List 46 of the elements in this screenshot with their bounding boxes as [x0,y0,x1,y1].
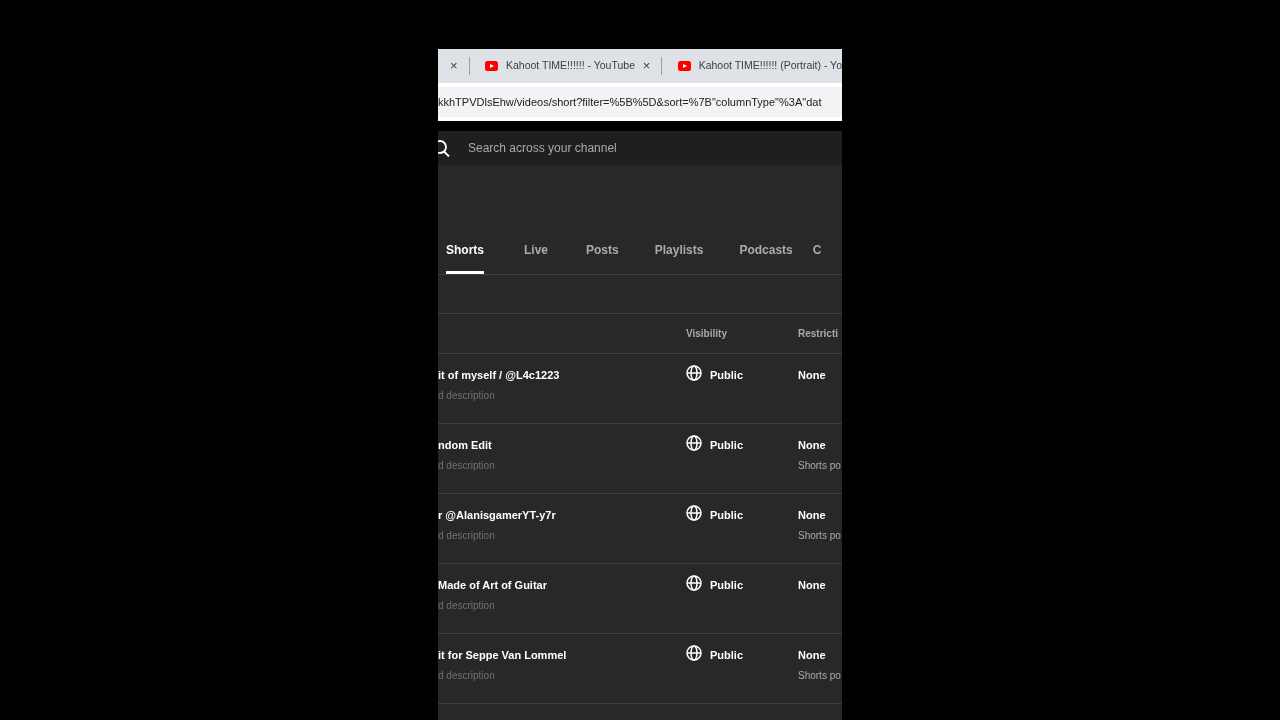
restriction-value: None [798,368,826,383]
restriction-value: None [798,508,827,523]
close-tab-button[interactable]: × [639,56,654,76]
channel-tab[interactable]: Posts [586,237,619,274]
restriction-value: None [798,648,827,663]
video-title[interactable]: r @AlanisgamerYT-y7r [438,507,686,524]
globe-icon [686,575,702,591]
video-description: d description [438,598,496,613]
address-bar[interactable]: kkhTPVDlsEhw/videos/short?filter=%5B%5D&sort=%7B"columnType"%3A"dat [438,87,842,117]
video-description: d description [438,528,496,543]
video-description: d description [438,668,496,683]
video-title[interactable]: it for Seppe Van Lommel [438,647,686,664]
restriction-note: Shorts po [798,528,841,543]
globe-icon [686,365,702,381]
restriction-note: Shorts po [798,668,841,683]
restriction-value: None [798,578,826,593]
visibility-value[interactable]: Public [710,367,743,384]
video-title[interactable]: Made of Art of Guitar [438,577,686,594]
play-logo-icon [485,61,498,71]
channel-tab[interactable]: Playlists [654,237,704,274]
channel-tab[interactable]: Podcasts [739,237,793,274]
close-tab-button[interactable]: × [447,56,461,76]
column-header: Visibility [686,327,728,341]
play-logo-icon [677,61,691,71]
visibility-value[interactable]: Public [710,437,743,454]
restriction-note: Shorts po [798,458,841,473]
channel-tab[interactable]: C [812,237,822,274]
video-description: d description [438,458,496,473]
tab-title[interactable]: Kahoot TIME!!!!!! - YouTube [506,58,635,74]
restriction-value: None [798,438,827,453]
video-title[interactable]: it of myself / @L4c1223 [438,367,686,384]
visibility-value[interactable]: Public [710,507,743,524]
tab-title[interactable]: Kahoot TIME!!!!!! (Portrait) - Yo [698,58,842,74]
channel-tab[interactable]: Shorts [446,237,484,274]
globe-icon [686,435,702,451]
globe-icon [686,505,702,521]
visibility-value[interactable]: Public [710,577,743,594]
video-title[interactable]: ndom Edit [438,437,686,454]
column-header: Restricti [798,327,838,341]
visibility-value[interactable]: Public [710,647,743,664]
globe-icon [686,645,702,661]
search-bar[interactable]: Search across your channel [438,131,842,165]
video-description: d description [438,388,496,403]
search-field[interactable]: Search across your channel [466,138,842,158]
search-icon [438,139,450,157]
channel-tab[interactable]: Live [524,237,549,274]
